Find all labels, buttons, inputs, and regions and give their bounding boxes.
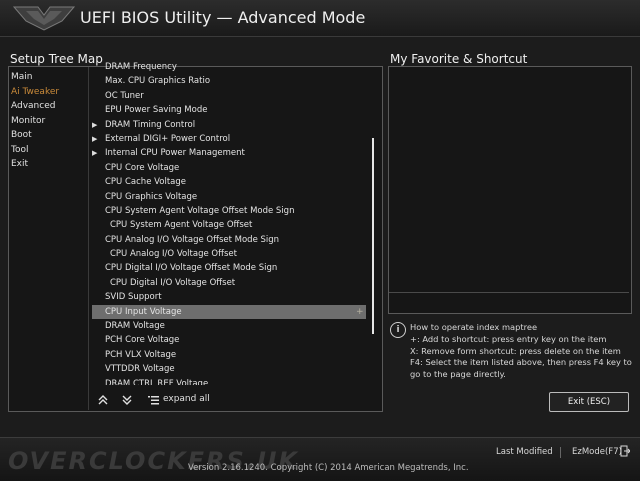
- tree-item[interactable]: DRAM CTRL REF Voltage: [92, 377, 372, 385]
- copyright-text: Version 2.16.1240. Copyright (C) 2014 Am…: [188, 463, 469, 473]
- tree-item-label: CPU System Agent Voltage Offset Mode Sig…: [105, 205, 295, 216]
- ezmode-button[interactable]: EzMode(F7): [572, 447, 622, 457]
- tree-item-label: DRAM Voltage: [105, 321, 165, 332]
- setup-tree-map-title: Setup Tree Map: [10, 52, 103, 66]
- tree-item[interactable]: CPU Analog I/O Voltage Offset Mode Sign: [92, 233, 372, 247]
- tree-item-label: EPU Power Saving Mode: [105, 105, 208, 116]
- tree-item[interactable]: CPU Input Voltage +: [92, 304, 366, 320]
- add-shortcut-icon[interactable]: +: [356, 305, 364, 319]
- title-bar: UEFI BIOS Utility — Advanced Mode: [0, 0, 640, 37]
- tree-divider: [88, 67, 89, 410]
- expand-down-icon[interactable]: [122, 395, 132, 405]
- tree-item[interactable]: DRAM Frequency: [92, 60, 372, 74]
- expand-arrow-icon[interactable]: ▶: [92, 146, 97, 160]
- tree-tools: expand all: [94, 392, 374, 410]
- nav-item-boot[interactable]: Boot: [10, 128, 86, 143]
- tree-item-label: CPU Cache Voltage: [105, 177, 187, 188]
- expand-all-label[interactable]: expand all: [163, 394, 210, 404]
- favorite-shortcut-title: My Favorite & Shortcut: [390, 52, 528, 66]
- tree-item-label: DRAM CTRL REF Voltage: [105, 378, 209, 385]
- info-icon: i: [390, 322, 406, 338]
- tree-item-list[interactable]: DRAM Frequency Max. CPU Graphics Ratio OC …: [92, 60, 372, 385]
- tree-item-label: VTTDDR Voltage: [105, 364, 175, 375]
- tree-item[interactable]: CPU Core Voltage: [92, 161, 372, 175]
- expand-arrow-icon[interactable]: ▶: [92, 132, 97, 146]
- window-title: UEFI BIOS Utility — Advanced Mode: [80, 8, 366, 27]
- tree-item[interactable]: CPU System Agent Voltage Offset: [92, 218, 372, 232]
- tree-item[interactable]: ▶ Internal CPU Power Management: [92, 146, 372, 160]
- tuf-logo-icon: [12, 6, 76, 31]
- tree-item-label: PCH VLX Voltage: [105, 349, 177, 360]
- tree-item[interactable]: DRAM Voltage: [92, 319, 372, 333]
- last-modified-button[interactable]: Last Modified: [496, 447, 553, 457]
- help-line: How to operate index maptree: [410, 322, 538, 332]
- tree-item-label: SVID Support: [105, 292, 162, 303]
- tree-item-label: OC Tuner: [105, 90, 144, 101]
- tree-item[interactable]: OC Tuner: [92, 89, 372, 103]
- tree-item-label: CPU Graphics Voltage: [105, 191, 198, 202]
- help-line: +: Add to shortcut: press entry key on t…: [410, 333, 607, 344]
- tree-item-label: External DIGI+ Power Control: [105, 133, 231, 144]
- tree-item-label: CPU Digital I/O Voltage Offset: [110, 277, 236, 288]
- exit-door-icon[interactable]: [620, 445, 630, 457]
- tree-item-label: CPU Analog I/O Voltage Offset Mode Sign: [105, 234, 280, 245]
- nav-item-ai-tweaker[interactable]: Ai Tweaker: [10, 85, 86, 100]
- footer-separator: [560, 447, 561, 458]
- help-line: F4: Select the item listed above, then p…: [410, 357, 632, 380]
- tree-item-label: CPU Input Voltage: [105, 306, 182, 317]
- exit-button[interactable]: Exit (ESC): [549, 392, 629, 412]
- collapse-up-icon[interactable]: [98, 395, 108, 405]
- tree-item-label: Max. CPU Graphics Ratio: [105, 76, 211, 87]
- nav-item-tool[interactable]: Tool: [10, 143, 86, 158]
- tree-item[interactable]: CPU Digital I/O Voltage Offset Mode Sign: [92, 261, 372, 275]
- tree-nav: Main Ai Tweaker Advanced Monitor Boot To…: [10, 70, 86, 172]
- tree-item[interactable]: ▶ DRAM Timing Control: [92, 118, 372, 132]
- tree-item-label: CPU Digital I/O Voltage Offset Mode Sign: [105, 263, 278, 274]
- nav-item-main[interactable]: Main: [10, 70, 86, 85]
- tree-item-label: CPU Core Voltage: [105, 162, 180, 173]
- expand-arrow-icon[interactable]: ▶: [92, 118, 97, 132]
- tree-item[interactable]: PCH VLX Voltage: [92, 348, 372, 362]
- tree-item-label: Internal CPU Power Management: [105, 148, 245, 159]
- scrollbar[interactable]: [372, 138, 374, 334]
- shortcut-help-text: How to operate index maptree +: Add to s…: [410, 322, 638, 381]
- tree-item-label: CPU System Agent Voltage Offset: [110, 220, 253, 231]
- tree-item[interactable]: VTTDDR Voltage: [92, 362, 372, 376]
- favorite-panel-divider: [389, 292, 629, 293]
- tree-item[interactable]: Max. CPU Graphics Ratio: [92, 74, 372, 88]
- tree-item-label: PCH Core Voltage: [105, 335, 180, 346]
- tree-item[interactable]: ▶ External DIGI+ Power Control: [92, 132, 372, 146]
- expand-all-icon[interactable]: [148, 395, 159, 405]
- tree-item-label: DRAM Timing Control: [105, 119, 196, 130]
- tree-item[interactable]: EPU Power Saving Mode: [92, 103, 372, 117]
- tree-item-label: CPU Analog I/O Voltage Offset: [110, 249, 237, 260]
- help-line: X: Remove form shortcut: press delete on…: [410, 345, 621, 356]
- tree-item-label: DRAM Frequency: [105, 62, 177, 72]
- tree-item[interactable]: CPU Digital I/O Voltage Offset: [92, 276, 372, 290]
- favorite-panel: [388, 66, 632, 314]
- tree-item[interactable]: CPU Analog I/O Voltage Offset: [92, 247, 372, 261]
- tree-item[interactable]: SVID Support: [92, 290, 372, 304]
- tree-item[interactable]: PCH Core Voltage: [92, 333, 372, 347]
- nav-item-advanced[interactable]: Advanced: [10, 99, 86, 114]
- tree-item[interactable]: CPU System Agent Voltage Offset Mode Sig…: [92, 204, 372, 218]
- tree-item[interactable]: CPU Graphics Voltage: [92, 190, 372, 204]
- tree-item[interactable]: CPU Cache Voltage: [92, 175, 372, 189]
- nav-item-monitor[interactable]: Monitor: [10, 114, 86, 129]
- nav-item-exit[interactable]: Exit: [10, 157, 86, 172]
